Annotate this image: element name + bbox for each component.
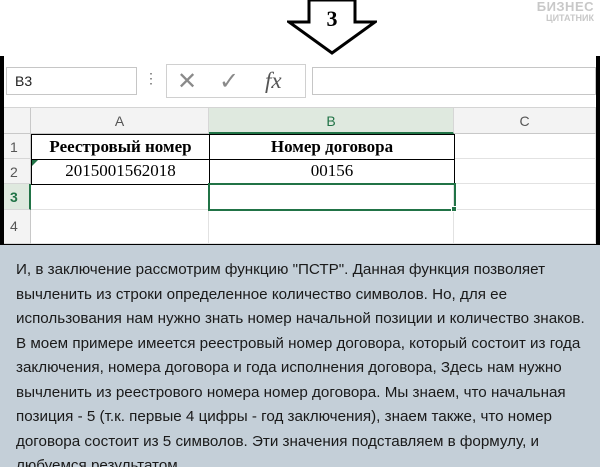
- column-header-b[interactable]: B: [209, 108, 454, 134]
- select-all-corner[interactable]: [4, 108, 31, 134]
- header-strip: 3 БИЗНЕС ЦИТАТНИК: [0, 0, 600, 56]
- cell-a4[interactable]: [31, 210, 209, 244]
- step-number: 3: [326, 6, 338, 31]
- row-header-4[interactable]: 4: [4, 210, 31, 244]
- cell-b2[interactable]: 00156: [209, 159, 455, 185]
- logo: БИЗНЕС ЦИТАТНИК: [537, 0, 594, 23]
- row-header-1[interactable]: 1: [4, 134, 31, 159]
- row-header-2[interactable]: 2: [4, 159, 31, 184]
- close-icon[interactable]: ✕: [177, 67, 197, 96]
- error-indicator-icon: [32, 160, 38, 166]
- formula-buttons: ✕ ✓ fx: [166, 64, 306, 98]
- cell-c3[interactable]: [454, 184, 596, 210]
- spreadsheet-grid: A B C 1 2 3 4 Реестровый номер Номер дог…: [4, 108, 596, 244]
- cell-c1[interactable]: [455, 134, 596, 159]
- column-header-c[interactable]: C: [454, 108, 596, 134]
- cell-a3[interactable]: [31, 184, 209, 210]
- formula-bar: B3 ⋮ ✕ ✓ fx: [4, 56, 596, 108]
- name-box[interactable]: B3: [6, 67, 137, 95]
- cell-a2[interactable]: 2015001562018: [31, 159, 210, 185]
- cell-c2[interactable]: [455, 159, 596, 184]
- description-text: И, в заключение рассмотрим функцию "ПСТР…: [16, 261, 585, 467]
- fill-handle[interactable]: [451, 206, 457, 212]
- logo-line-1: БИЗНЕС: [536, 0, 594, 14]
- formula-input[interactable]: [312, 67, 596, 95]
- cell-b4[interactable]: [209, 210, 454, 244]
- insert-function-button[interactable]: fx: [265, 68, 282, 94]
- cell-a1[interactable]: Реестровый номер: [31, 134, 210, 160]
- cell-c4[interactable]: [454, 210, 596, 244]
- step-arrow: 3: [284, 0, 380, 56]
- row-header-3[interactable]: 3: [4, 184, 31, 210]
- cell-b1[interactable]: Номер договора: [209, 134, 455, 160]
- more-icon[interactable]: ⋮: [144, 70, 158, 87]
- excel-screenshot: B3 ⋮ ✕ ✓ fx A B C 1 2 3 4 Реестровый ном…: [4, 56, 596, 244]
- check-icon[interactable]: ✓: [219, 67, 239, 96]
- description-panel: И, в заключение рассмотрим функцию "ПСТР…: [0, 245, 600, 467]
- active-cell-border: [208, 183, 456, 211]
- column-header-a[interactable]: A: [31, 108, 209, 134]
- logo-line-2: ЦИТАТНИК: [546, 13, 594, 23]
